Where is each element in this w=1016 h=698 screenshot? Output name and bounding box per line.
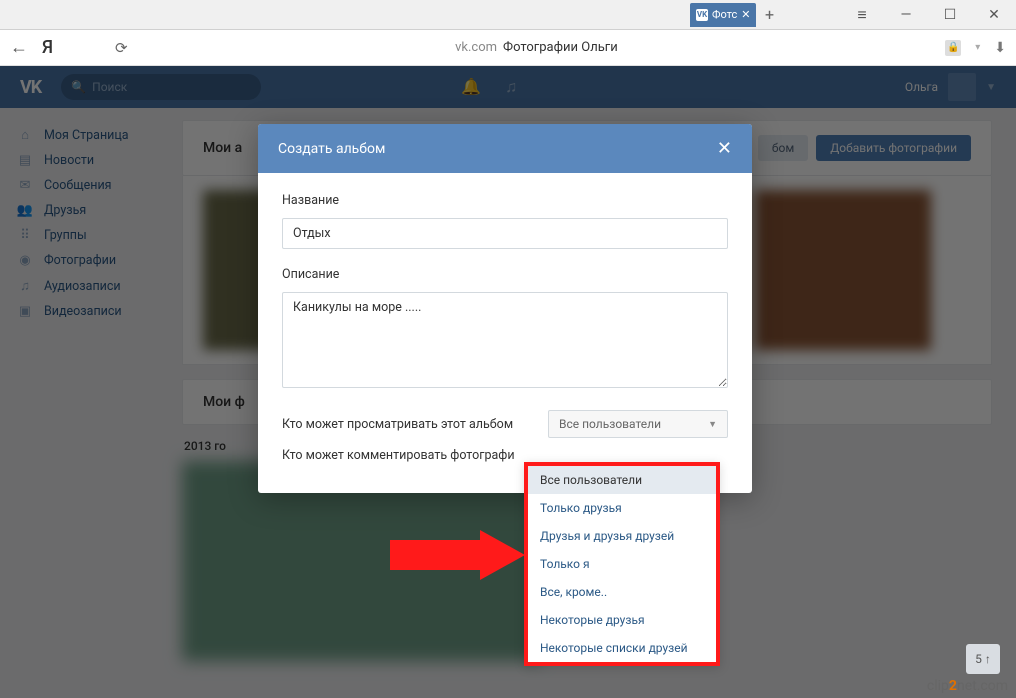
new-tab-button[interactable]: +	[756, 5, 782, 24]
tab-favicon: VK	[696, 9, 708, 21]
site-menu-icon[interactable]: ▾	[975, 42, 980, 53]
browser-tab-strip: VK Фотс ✕ + ≡ — ☐ ✕	[0, 0, 1016, 30]
lock-icon[interactable]: 🔒	[945, 40, 961, 56]
downloads-icon[interactable]: ⬇	[994, 40, 1006, 56]
url-page-title: Фотографии Ольги	[503, 40, 618, 55]
reload-icon[interactable]: ⟳	[115, 39, 128, 57]
address-display[interactable]: vk.com Фотографии Ольги	[142, 40, 932, 55]
yandex-home-icon[interactable]: Я	[42, 37, 53, 58]
dropdown-option[interactable]: Некоторые списки друзей	[528, 634, 716, 662]
dropdown-option[interactable]: Все, кроме..	[528, 578, 716, 606]
select-value: Все пользователи	[559, 417, 661, 431]
who-view-select[interactable]: Все пользователи ▼	[548, 410, 728, 438]
nav-back-icon[interactable]: ←	[10, 37, 28, 58]
dropdown-option[interactable]: Друзья и друзья друзей	[528, 522, 716, 550]
who-comment-label: Кто может комментировать фотографи	[282, 448, 728, 463]
who-view-label: Кто может просматривать этот альбом	[282, 417, 538, 432]
album-name-input[interactable]	[282, 218, 728, 249]
tab-close-icon[interactable]: ✕	[741, 8, 750, 21]
modal-title: Создать альбом	[278, 141, 385, 157]
dropdown-option[interactable]: Некоторые друзья	[528, 606, 716, 634]
window-close-icon[interactable]: ✕	[972, 0, 1016, 29]
window-minimize-icon[interactable]: —	[884, 0, 928, 29]
dropdown-option[interactable]: Только я	[528, 550, 716, 578]
tab-title: Фотс	[712, 8, 737, 21]
close-icon[interactable]: ✕	[717, 138, 732, 159]
scroll-top-button[interactable]: 5 ↑	[966, 644, 1000, 674]
dropdown-option[interactable]: Только друзья	[528, 494, 716, 522]
browser-tab[interactable]: VK Фотс ✕	[690, 3, 756, 27]
album-description-textarea[interactable]: Каникулы на море .....	[282, 292, 728, 388]
create-album-modal: Создать альбом ✕ Название Описание Каник…	[258, 124, 752, 493]
chevron-down-icon: ▼	[708, 419, 717, 430]
browser-address-bar: ← Я ⟳ vk.com Фотографии Ольги 🔒 ▾ ⬇	[0, 30, 1016, 66]
browser-menu-icon[interactable]: ≡	[840, 0, 884, 29]
modal-header: Создать альбом ✕	[258, 124, 752, 173]
privacy-dropdown: Все пользователи Только друзья Друзья и …	[524, 462, 720, 666]
window-maximize-icon[interactable]: ☐	[928, 0, 972, 29]
dropdown-option[interactable]: Все пользователи	[528, 466, 716, 494]
description-label: Описание	[282, 267, 728, 282]
watermark: clip2net.com	[927, 678, 1008, 694]
url-domain: vk.com	[455, 40, 497, 55]
name-label: Название	[282, 193, 728, 208]
